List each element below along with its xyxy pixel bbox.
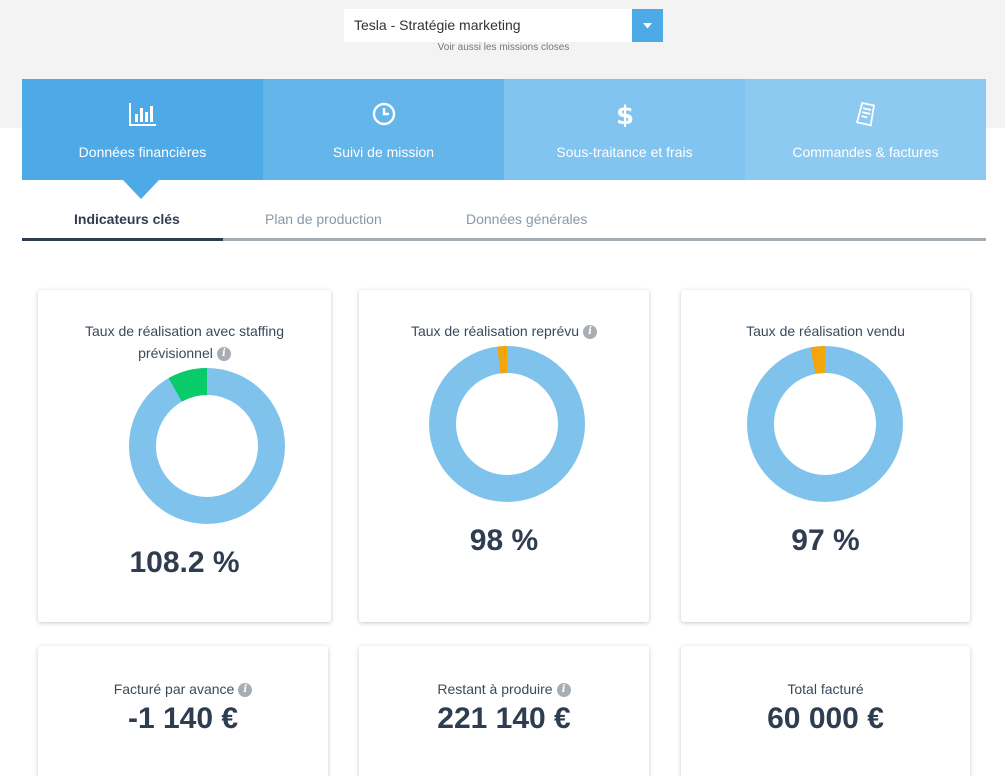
kpi-title-text: Taux de réalisation vendu [746,323,905,339]
money-title: Facturé par avance i [58,678,308,700]
subtab-plan-de-production[interactable]: Plan de production [265,211,382,227]
subtab-donnees-generales[interactable]: Données générales [466,211,587,227]
tab-suivi-de-mission[interactable]: Suivi de mission [263,79,504,180]
donut-chart [129,368,285,524]
mission-select-value: Tesla - Stratégie marketing [354,17,521,33]
money-card-facture-par-avance: Facturé par avance i -1 140 € [38,646,328,776]
tab-label: Sous-traitance et frais [556,144,693,160]
donut-ring [747,346,903,502]
money-title: Total facturé [701,678,950,700]
kpi-title-text: Taux de réalisation reprévu [410,323,580,339]
kpi-card-staffing: Taux de réalisation avec staffing prévis… [38,290,331,622]
kpi-card-repreveu: Taux de réalisation reprévu i 98 % [359,290,649,622]
kpi-card-vendu: Taux de réalisation vendu 97 % [681,290,970,622]
tab-donnees-financieres[interactable]: Données financières [22,79,263,180]
bar-chart-icon [127,100,159,128]
active-subtab-indicator [22,238,223,241]
kpi-value: 97 % [791,524,860,557]
kpi-title: Taux de réalisation vendu [701,320,950,342]
donut-chart [747,346,903,502]
donut-chart [429,346,585,502]
donut-ring [129,368,285,524]
tab-label: Données financières [78,144,207,160]
dollar-icon: $ [609,100,641,128]
kpi-title: Taux de réalisation reprévu i [379,320,629,342]
tab-label: Commandes & factures [792,144,939,160]
donut-segment [810,346,826,374]
subtab-indicateurs-cles[interactable]: Indicateurs clés [74,211,180,227]
donut-segment [168,368,208,402]
money-title: Restant à produire i [379,678,629,700]
money-value: 221 140 € [437,702,571,735]
svg-text:$: $ [615,101,633,127]
info-icon[interactable]: i [556,683,571,697]
money-title-text: Restant à produire [437,681,553,697]
info-icon[interactable]: i [216,347,231,361]
money-value: -1 140 € [127,702,239,735]
kpi-title-text: Taux de réalisation avec staffing prévis… [85,323,284,361]
donut-ring [429,346,585,502]
kpi-value: 98 % [469,524,539,557]
closed-missions-link[interactable]: Voir aussi les missions closes [344,42,663,53]
money-title-text: Facturé par avance [113,681,235,697]
tab-commandes-factures[interactable]: Commandes & factures [745,79,986,180]
money-card-total-facture: Total facturé 60 000 € [681,646,970,776]
invoice-icon [850,100,882,128]
info-icon[interactable]: i [238,683,253,697]
money-value: 60 000 € [767,702,884,735]
clock-icon [368,100,400,128]
kpi-title: Taux de réalisation avec staffing prévis… [58,320,311,364]
tab-sous-traitance-et-frais[interactable]: $ Sous-traitance et frais [504,79,745,180]
money-card-restant-a-produire: Restant à produire i 221 140 € [359,646,649,776]
donut-segment [497,346,508,374]
tab-label: Suivi de mission [332,144,435,160]
info-icon[interactable]: i [583,325,598,339]
money-title-text: Total facturé [787,681,864,697]
chevron-down-icon[interactable] [632,9,663,42]
sub-tabs: Indicateurs clés Plan de production Donn… [22,198,986,241]
mission-select[interactable]: Tesla - Stratégie marketing [344,9,663,42]
main-tabs: Données financières Suivi de mission $ S… [22,79,986,180]
kpi-value: 108.2 % [129,546,240,579]
active-tab-pointer [123,180,159,199]
